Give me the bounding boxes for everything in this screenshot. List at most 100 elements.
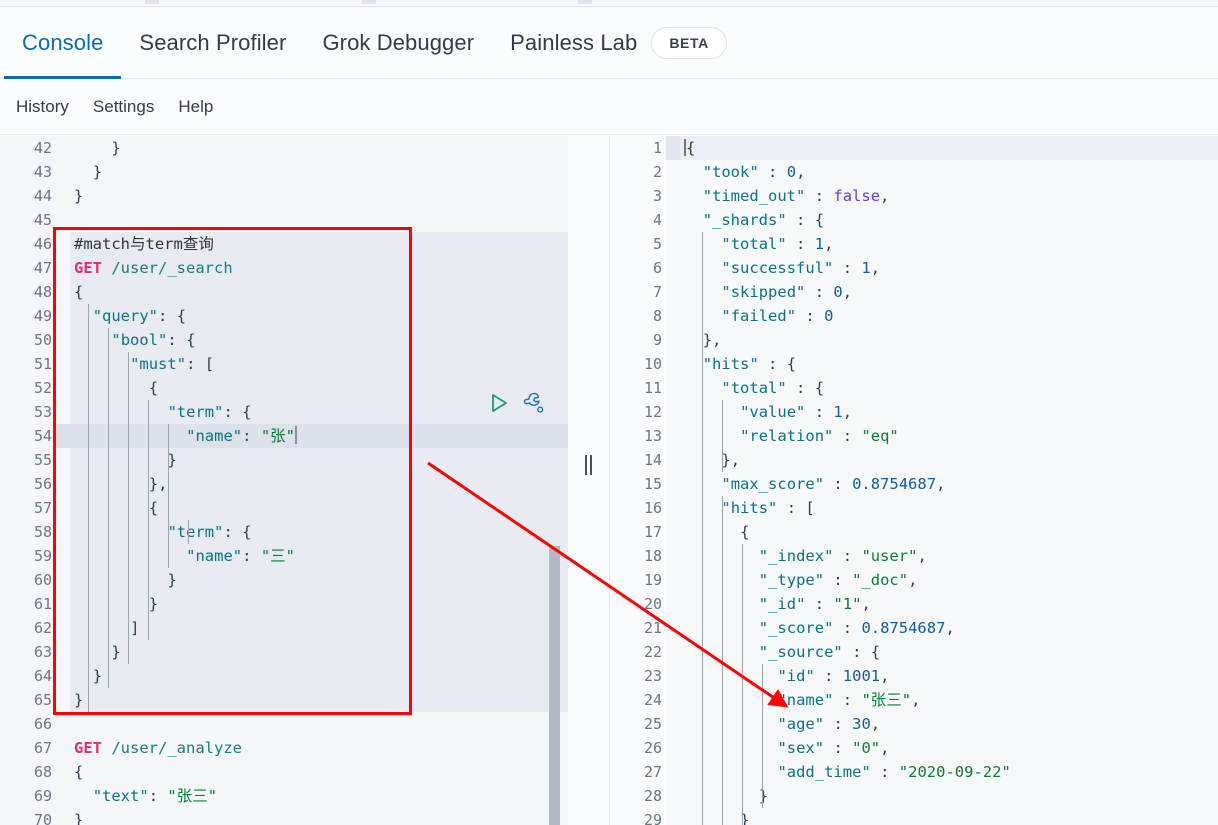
code-line[interactable]: 22▼ "_source" : { [610, 640, 1218, 664]
code-line[interactable]: 52▼ { [0, 376, 568, 400]
line-content[interactable] [70, 712, 568, 736]
line-content[interactable]: { [70, 496, 568, 520]
code-line[interactable]: 8 "failed" : 0 [610, 304, 1218, 328]
line-content[interactable]: "bool": { [70, 328, 568, 352]
line-content[interactable]: "skipped" : 0, [680, 280, 1218, 304]
code-line[interactable]: 4▼ "_shards" : { [610, 208, 1218, 232]
line-content[interactable]: } [680, 808, 1218, 825]
code-line[interactable]: 59 "name": "三" [0, 544, 568, 568]
line-content[interactable]: "name": "三" [70, 544, 568, 568]
code-line[interactable]: 63▲ } [0, 640, 568, 664]
code-line[interactable]: 1▼{ [610, 136, 1218, 160]
code-line[interactable]: 19 "_type" : "_doc", [610, 568, 1218, 592]
code-line[interactable]: 28▲ } [610, 784, 1218, 808]
request-editor-code[interactable]: 42▲ }43▲ }44▲}45 46#match与term查询47GET /u… [0, 136, 568, 825]
line-content[interactable] [70, 208, 568, 232]
code-line[interactable]: 25 "age" : 30, [610, 712, 1218, 736]
line-content[interactable]: "_source" : { [680, 640, 1218, 664]
line-content[interactable]: "_id" : "1", [680, 592, 1218, 616]
code-line[interactable]: 11▼ "total" : { [610, 376, 1218, 400]
subnav-settings[interactable]: Settings [81, 97, 166, 117]
code-line[interactable]: 3 "timed_out" : false, [610, 184, 1218, 208]
code-line[interactable]: 42▲ } [0, 136, 568, 160]
line-content[interactable]: "value" : 1, [680, 400, 1218, 424]
line-content[interactable]: GET /user/_search [70, 256, 568, 280]
line-content[interactable]: } [70, 592, 568, 616]
pane-splitter[interactable] [568, 136, 610, 825]
code-line[interactable]: 46 #match与term查询 [0, 232, 568, 256]
line-content[interactable]: { [680, 136, 1218, 160]
line-content[interactable]: "id" : 1001, [680, 664, 1218, 688]
line-content[interactable]: } [70, 448, 568, 472]
line-content[interactable]: "successful" : 1, [680, 256, 1218, 280]
code-line[interactable]: 61▲ } [0, 592, 568, 616]
line-content[interactable]: } [70, 664, 568, 688]
code-line[interactable]: 66 [0, 712, 568, 736]
line-content[interactable]: "total" : 1, [680, 232, 1218, 256]
line-content[interactable]: "add_time" : "2020-09-22" [680, 760, 1218, 784]
line-content[interactable]: "sex" : "0", [680, 736, 1218, 760]
line-content[interactable]: "term": { [70, 520, 568, 544]
code-line[interactable]: 56▲ }, [0, 472, 568, 496]
line-content[interactable]: }, [680, 328, 1218, 352]
subnav-history[interactable]: History [4, 97, 81, 117]
code-line[interactable]: 24 "name" : "张三", [610, 688, 1218, 712]
code-line[interactable]: 53▼ "term": { [0, 400, 568, 424]
line-content[interactable]: #match与term查询 [70, 232, 568, 256]
code-line[interactable]: 60▲ } [0, 568, 568, 592]
line-content[interactable]: } [70, 640, 568, 664]
code-line[interactable]: 26 "sex" : "0", [610, 736, 1218, 760]
code-line[interactable]: 68▼{ [0, 760, 568, 784]
play-triangle-icon[interactable] [488, 392, 510, 414]
code-line[interactable]: 29▲ } [610, 808, 1218, 825]
tab-grok-debugger[interactable]: Grok Debugger [304, 7, 492, 79]
code-line[interactable]: 62▲ ] [0, 616, 568, 640]
line-content[interactable]: { [70, 280, 568, 304]
code-line[interactable]: 51▼ "must": [ [0, 352, 568, 376]
tab-painless-lab[interactable]: Painless Lab [492, 7, 655, 79]
code-line[interactable]: 2 "took" : 0, [610, 160, 1218, 184]
code-line[interactable]: 54 "name": "张" [0, 424, 568, 448]
code-line[interactable]: 15 "max_score" : 0.8754687, [610, 472, 1218, 496]
line-content[interactable]: "failed" : 0 [680, 304, 1218, 328]
code-line[interactable]: 12 "value" : 1, [610, 400, 1218, 424]
response-pane[interactable]: 1▼{2 "took" : 0,3 "timed_out" : false,4▼… [610, 136, 1218, 825]
line-content[interactable]: "_shards" : { [680, 208, 1218, 232]
request-editor-pane[interactable]: 42▲ }43▲ }44▲}45 46#match与term查询47GET /u… [0, 136, 568, 825]
code-line[interactable]: 6 "successful" : 1, [610, 256, 1218, 280]
code-line[interactable]: 69 "text": "张三" [0, 784, 568, 808]
code-line[interactable]: 57▼ { [0, 496, 568, 520]
code-line[interactable]: 70▲} [0, 808, 568, 825]
line-content[interactable]: { [70, 760, 568, 784]
code-line[interactable]: 17▼ { [610, 520, 1218, 544]
code-line[interactable]: 55▲ } [0, 448, 568, 472]
line-content[interactable]: "name": "张" [70, 424, 568, 448]
code-line[interactable]: 67 GET /user/_analyze [0, 736, 568, 760]
line-content[interactable]: } [70, 688, 568, 712]
code-line[interactable]: 20 "_id" : "1", [610, 592, 1218, 616]
line-content[interactable]: "relation" : "eq" [680, 424, 1218, 448]
line-content[interactable]: } [70, 160, 568, 184]
code-line[interactable]: 16▼ "hits" : [ [610, 496, 1218, 520]
line-content[interactable]: "max_score" : 0.8754687, [680, 472, 1218, 496]
line-content[interactable]: } [70, 136, 568, 160]
line-content[interactable]: { [680, 520, 1218, 544]
code-line[interactable]: 43▲ } [0, 160, 568, 184]
line-content[interactable]: "timed_out" : false, [680, 184, 1218, 208]
line-content[interactable]: "_score" : 0.8754687, [680, 616, 1218, 640]
request-editor-scrollbar[interactable] [549, 136, 560, 825]
code-line[interactable]: 47 GET /user/_search [0, 256, 568, 280]
subnav-help[interactable]: Help [166, 97, 225, 117]
line-content[interactable]: "name" : "张三", [680, 688, 1218, 712]
code-line[interactable]: 13 "relation" : "eq" [610, 424, 1218, 448]
line-content[interactable]: } [70, 808, 568, 825]
code-line[interactable]: 7 "skipped" : 0, [610, 280, 1218, 304]
code-line[interactable]: 58▼ "term": { [0, 520, 568, 544]
code-line[interactable]: 44▲} [0, 184, 568, 208]
line-content[interactable]: "_index" : "user", [680, 544, 1218, 568]
line-content[interactable]: ] [70, 616, 568, 640]
line-content[interactable]: "total" : { [680, 376, 1218, 400]
tab-console[interactable]: Console [4, 7, 122, 79]
line-content[interactable]: } [70, 568, 568, 592]
line-content[interactable]: "_type" : "_doc", [680, 568, 1218, 592]
